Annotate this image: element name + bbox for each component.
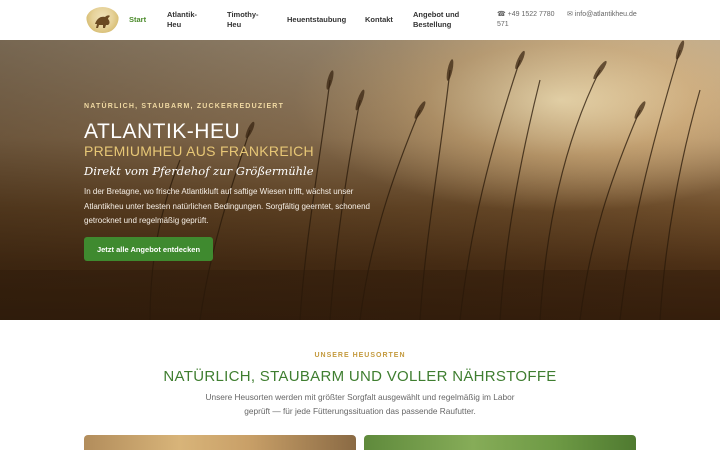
logo-horse-icon [95,15,110,28]
section-description: Unsere Heusorten werden mit größter Sorg… [0,391,720,418]
site-header: Start Atlantik-Heu Timothy-Heu Heuentsta… [0,0,720,40]
logo[interactable] [86,7,119,33]
section-title: NATÜRLICH, STAUBARM UND VOLLER NÄHRSTOFF… [163,368,557,385]
header-email[interactable]: ✉ info@atlantikheu.de [567,10,637,20]
section-eyebrow: UNSERE HEUSORTEN [314,352,406,359]
section-description-text: Unsere Heusorten werden mit größter Sorg… [205,392,515,416]
nav-atlantik-heu[interactable]: Atlantik-Heu [167,10,207,30]
hero-title: ATLANTIK-HEU [84,120,241,143]
hero-banner: NATÜRLICH, STAUBARM, ZUCKERREDUZIERT ATL… [0,40,720,320]
hero-eyebrow: NATÜRLICH, STAUBARM, ZUCKERREDUZIERT [84,103,285,110]
nav-kontakt[interactable]: Kontakt [365,15,393,25]
hero-overlay [0,40,720,320]
header-phone[interactable]: ☎ +49 1522 7780 571 [497,10,561,30]
hay-card-image-timothy[interactable] [364,435,636,450]
nav-timothy-heu[interactable]: Timothy-Heu [227,10,267,30]
nav-start[interactable]: Start [129,15,146,25]
hero-description: In der Bretagne, wo frische Atlantikluft… [84,187,370,225]
hero-subtitle: PREMIUMHEU AUS FRANKREICH [84,143,314,159]
nav-heuentstaubung[interactable]: Heuentstaubung [287,15,346,25]
cta-button[interactable]: Jetzt alle Angebot entdecken [84,237,213,261]
nav-angebot-bestellung[interactable]: Angebot und Bestellung [413,10,477,30]
hero-tagline: Direkt vom Pferdehof zur Größermühle [84,164,314,178]
hay-card-image-atlantik[interactable] [84,435,356,450]
